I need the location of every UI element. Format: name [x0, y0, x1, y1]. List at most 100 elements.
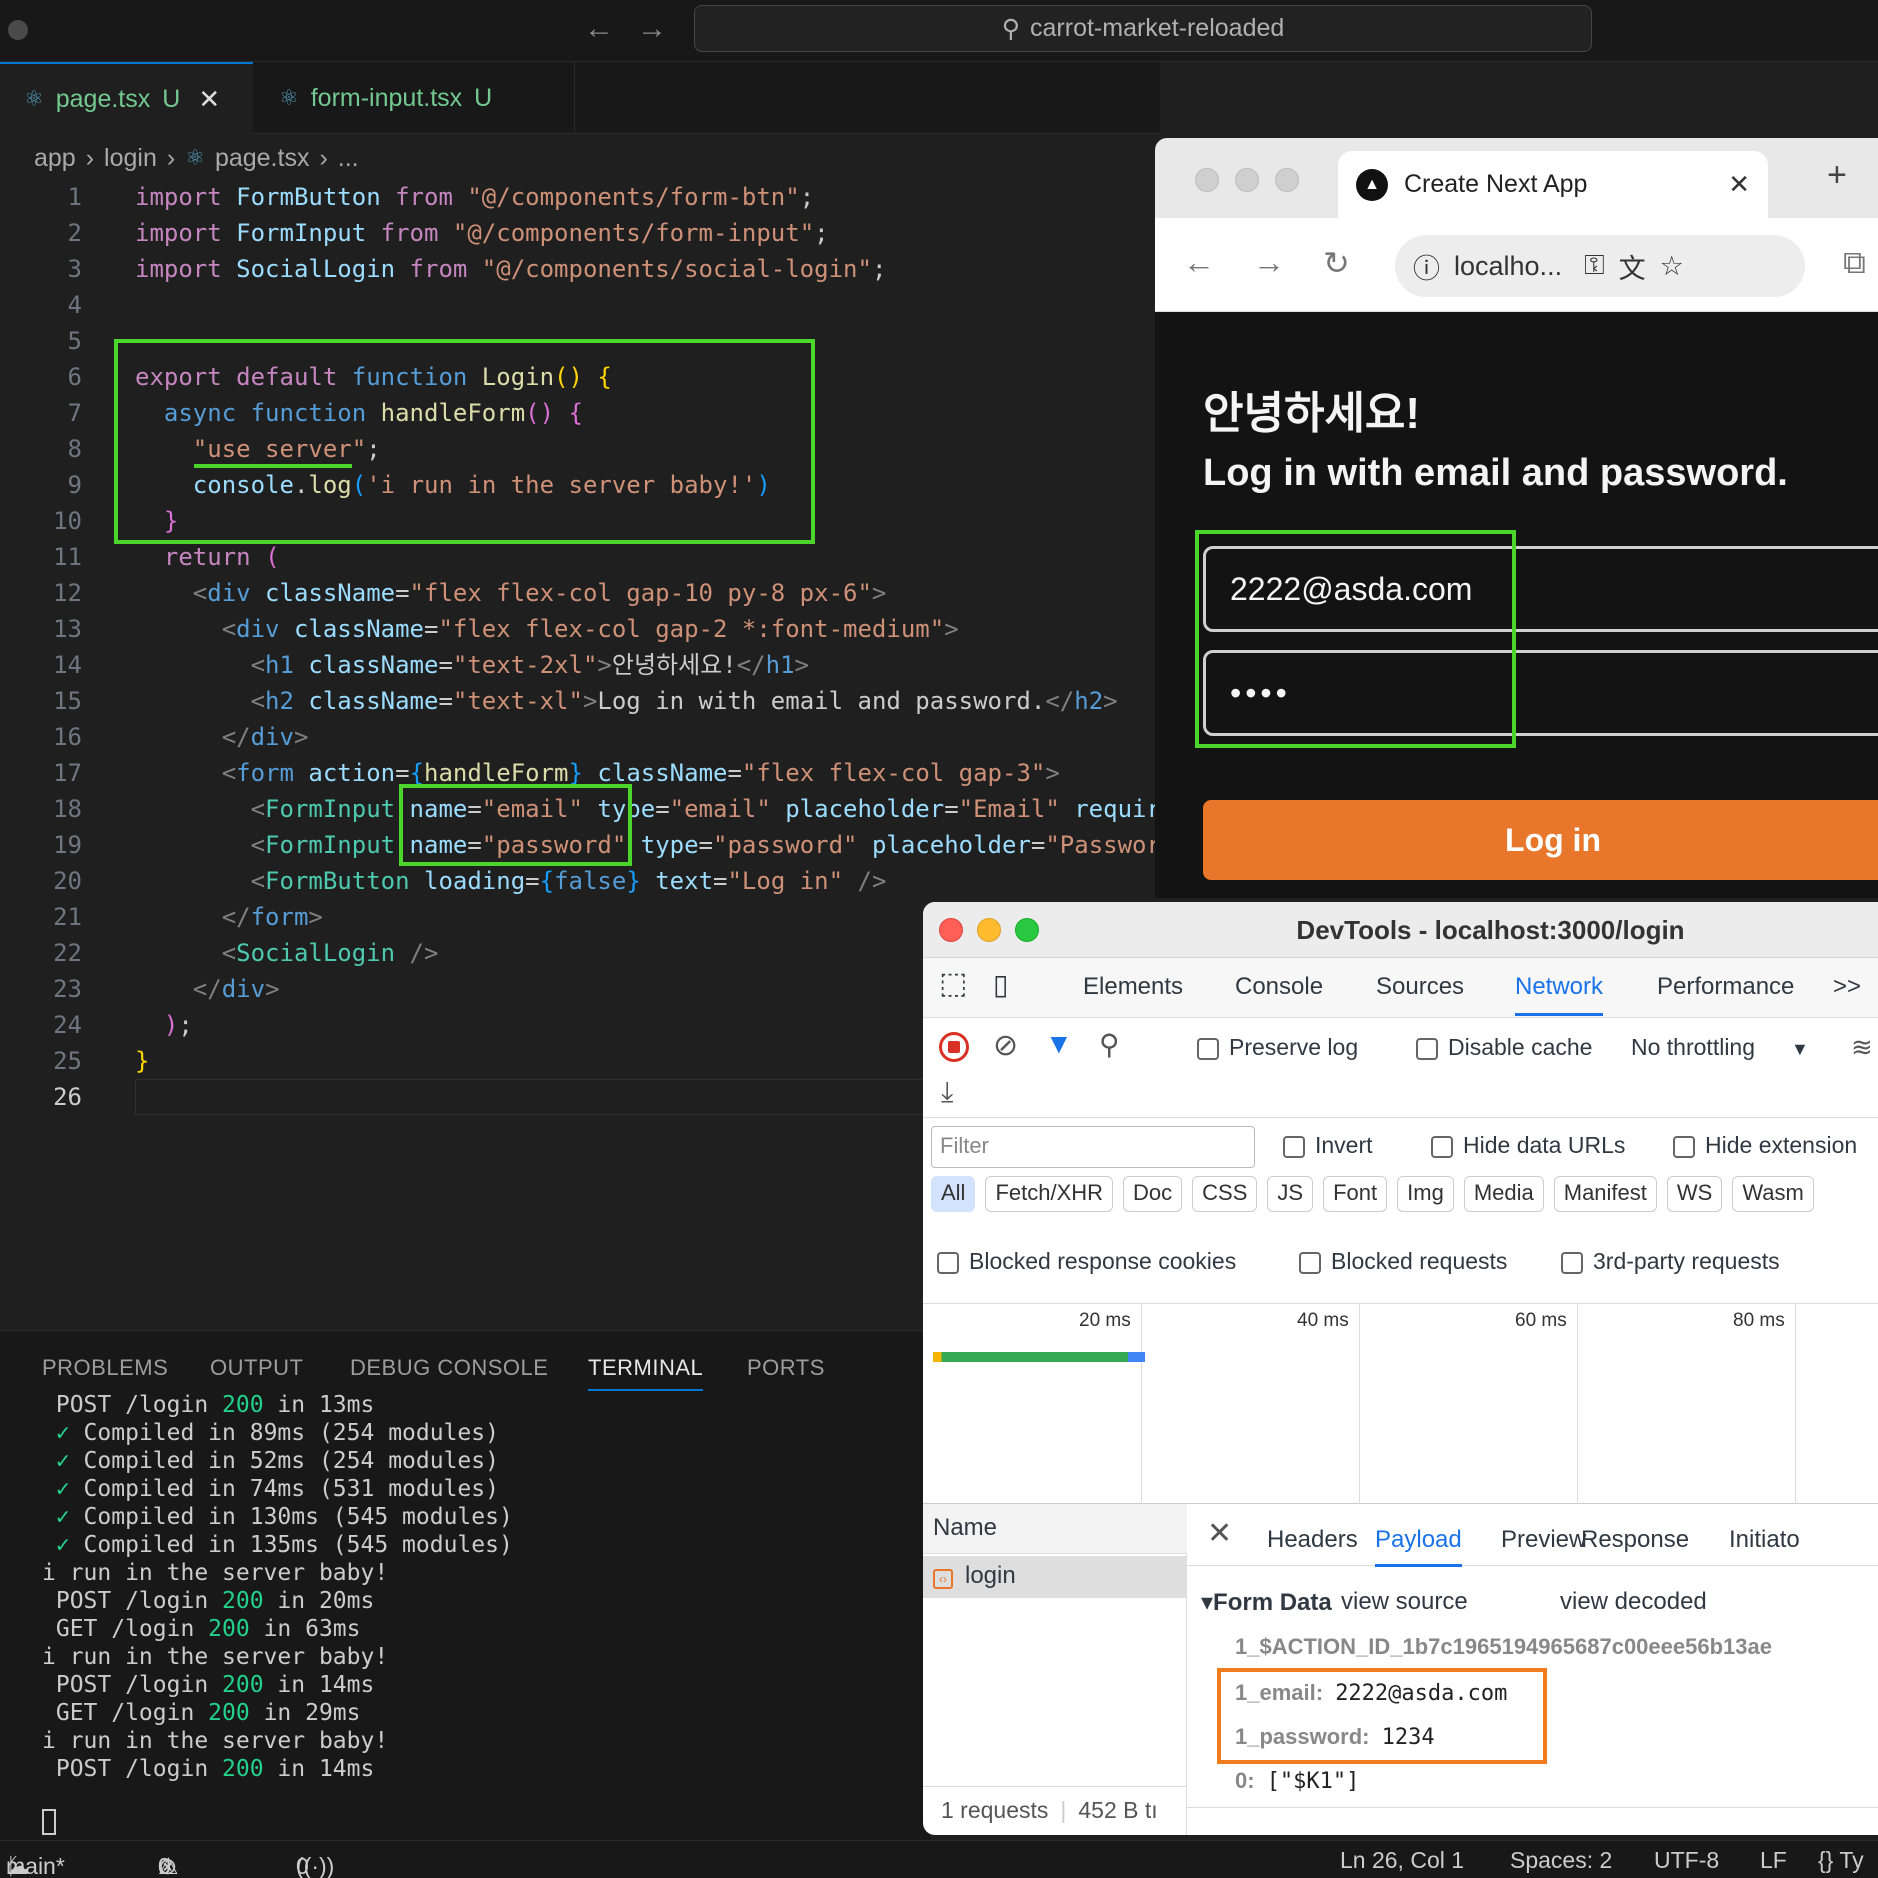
filter-chip-wasm[interactable]: Wasm: [1732, 1176, 1814, 1212]
language-mode[interactable]: {} Ty: [1818, 1847, 1864, 1874]
code-line[interactable]: </div>: [135, 971, 280, 1007]
tab-network[interactable]: Network: [1515, 973, 1604, 1016]
preserve-log-checkbox[interactable]: Preserve log: [1197, 1034, 1358, 1061]
device-toolbar-icon[interactable]: ▯: [993, 968, 1008, 1001]
tab-problems[interactable]: PROBLEMS: [42, 1355, 168, 1381]
code-line[interactable]: <FormInput name="password" type="passwor…: [135, 827, 1161, 863]
tab-form-input-tsx[interactable]: ⚛ form-input.tsx U: [255, 62, 575, 134]
inspect-element-icon[interactable]: ⬚: [939, 966, 967, 1001]
tab-preview[interactable]: Preview: [1501, 1526, 1586, 1554]
close-icon[interactable]: ✕: [198, 84, 220, 115]
code-line[interactable]: <FormInput name="email" type="email" pla…: [135, 791, 1161, 827]
view-source-link[interactable]: view source: [1341, 1588, 1468, 1616]
breadcrumb-item[interactable]: ...: [338, 144, 359, 173]
zoom-window-dot[interactable]: [1275, 168, 1299, 192]
invert-checkbox[interactable]: Invert: [1283, 1132, 1373, 1159]
bookmark-star-icon[interactable]: ☆: [1660, 251, 1684, 282]
address-bar[interactable]: ⓘ localho... ⚿ 文 ☆: [1395, 235, 1805, 297]
filter-chip-font[interactable]: Font: [1323, 1176, 1388, 1212]
terminal-output[interactable]: POST /login 200 in 13ms ✓ Compiled in 89…: [42, 1391, 513, 1783]
login-button[interactable]: Log in: [1203, 800, 1878, 880]
code-line[interactable]: </form>: [135, 899, 323, 935]
network-timeline-overview[interactable]: 20 ms 40 ms 60 ms 80 ms: [923, 1304, 1878, 1504]
site-info-icon[interactable]: ⓘ: [1413, 247, 1440, 286]
tab-terminal[interactable]: TERMINAL: [588, 1355, 704, 1391]
key-icon[interactable]: ⚿: [1584, 250, 1605, 282]
zoom-window-dot[interactable]: [1015, 918, 1039, 942]
request-row-login[interactable]: ‹› login: [923, 1556, 1187, 1598]
new-tab-icon[interactable]: +: [1827, 156, 1847, 195]
close-detail-icon[interactable]: ✕: [1207, 1516, 1232, 1551]
tab-response[interactable]: Response: [1581, 1526, 1689, 1554]
filter-chip-doc[interactable]: Doc: [1123, 1176, 1183, 1212]
filter-chip-manifest[interactable]: Manifest: [1553, 1176, 1657, 1212]
throttling-select[interactable]: No throttling ▼: [1631, 1034, 1809, 1061]
more-tabs-chevron-icon[interactable]: >>: [1833, 973, 1861, 1001]
tab-initiator[interactable]: Initiato: [1729, 1526, 1800, 1554]
disable-cache-checkbox[interactable]: Disable cache: [1416, 1034, 1592, 1061]
forward-arrow-icon[interactable]: →: [1253, 244, 1285, 281]
code-line[interactable]: </div>: [135, 719, 309, 755]
tab-headers[interactable]: Headers: [1267, 1526, 1358, 1554]
close-tab-icon[interactable]: ✕: [1728, 169, 1750, 200]
code-line[interactable]: <FormButton loading={false} text="Log in…: [135, 863, 887, 899]
code-line[interactable]: <h2 className="text-xl">Log in with emai…: [135, 683, 1118, 719]
code-line[interactable]: }: [135, 1043, 149, 1079]
close-window-dot[interactable]: [1195, 168, 1219, 192]
code-line[interactable]: <div className="flex flex-col gap-10 py-…: [135, 575, 887, 611]
search-icon[interactable]: ⚲: [1099, 1028, 1120, 1061]
blocked-cookies-checkbox[interactable]: Blocked response cookies: [937, 1248, 1236, 1275]
tab-ports[interactable]: PORTS: [747, 1355, 825, 1381]
code-line[interactable]: return (: [135, 539, 280, 575]
code-line[interactable]: <SocialLogin />: [135, 935, 439, 971]
code-line[interactable]: import FormInput from "@/components/form…: [135, 215, 829, 251]
tab-debug-console[interactable]: DEBUG CONSOLE: [350, 1355, 548, 1381]
view-decoded-link[interactable]: view decoded: [1560, 1588, 1707, 1616]
minimize-window-dot[interactable]: [977, 918, 1001, 942]
breadcrumb-item[interactable]: app: [34, 144, 76, 173]
filter-chip-img[interactable]: Img: [1397, 1176, 1454, 1212]
third-party-checkbox[interactable]: 3rd-party requests: [1561, 1248, 1780, 1275]
extensions-icon[interactable]: ⧉: [1843, 244, 1866, 282]
code-line[interactable]: );: [135, 1007, 193, 1043]
record-stop-icon[interactable]: [939, 1032, 969, 1062]
cursor-position[interactable]: Ln 26, Col 1: [1340, 1847, 1464, 1874]
import-har-download-icon[interactable]: ⤓: [941, 1076, 953, 1109]
code-line[interactable]: <div className="flex flex-col gap-2 *:fo…: [135, 611, 959, 647]
indentation[interactable]: Spaces: 2: [1510, 1847, 1612, 1874]
encoding[interactable]: UTF-8: [1654, 1847, 1719, 1874]
tab-sources[interactable]: Sources: [1376, 973, 1464, 1001]
network-conditions-wifi-icon[interactable]: ≋: [1851, 1032, 1873, 1063]
back-arrow-icon[interactable]: ←: [584, 12, 614, 46]
filter-funnel-icon[interactable]: ▼: [1045, 1028, 1073, 1060]
command-center-search[interactable]: ⚲ carrot-market-reloaded: [694, 5, 1592, 52]
reload-icon[interactable]: ↻: [1323, 244, 1350, 282]
filter-input[interactable]: Filter: [931, 1126, 1255, 1168]
minimize-window-dot[interactable]: [1235, 168, 1259, 192]
code-line[interactable]: import FormButton from "@/components/for…: [135, 179, 829, 215]
filter-chip-ws[interactable]: WS: [1666, 1176, 1723, 1212]
close-window-dot[interactable]: [939, 918, 963, 942]
hide-data-urls-checkbox[interactable]: Hide data URLs: [1431, 1132, 1625, 1159]
code-line[interactable]: <h1 className="text-2xl">안녕하세요!</h1>: [135, 647, 809, 683]
hide-extension-checkbox[interactable]: Hide extension: [1673, 1132, 1857, 1159]
tab-elements[interactable]: Elements: [1083, 973, 1183, 1001]
filter-chip-media[interactable]: Media: [1463, 1176, 1544, 1212]
back-arrow-icon[interactable]: ←: [1183, 244, 1215, 281]
breadcrumb-item[interactable]: login: [104, 144, 157, 173]
blocked-requests-checkbox[interactable]: Blocked requests: [1299, 1248, 1507, 1275]
window-control-dot[interactable]: [8, 20, 28, 40]
breadcrumb-item[interactable]: page.tsx: [215, 144, 310, 173]
filter-chip-js[interactable]: JS: [1267, 1176, 1314, 1212]
tab-page-tsx[interactable]: ⚛ page.tsx U ✕: [0, 62, 253, 134]
clear-icon[interactable]: ⊘: [993, 1028, 1018, 1063]
browser-tab[interactable]: ▲ Create Next App ✕: [1338, 151, 1768, 218]
tab-output[interactable]: OUTPUT: [210, 1355, 303, 1381]
translate-icon[interactable]: 文: [1619, 247, 1646, 286]
filter-chip-css[interactable]: CSS: [1192, 1176, 1258, 1212]
line-ending[interactable]: LF: [1760, 1847, 1787, 1874]
forward-arrow-icon[interactable]: →: [637, 12, 667, 46]
filter-chip-fetchxhr[interactable]: Fetch/XHR: [985, 1176, 1114, 1212]
code-line[interactable]: import SocialLogin from "@/components/so…: [135, 251, 886, 287]
name-column-header[interactable]: Name: [923, 1504, 1187, 1554]
